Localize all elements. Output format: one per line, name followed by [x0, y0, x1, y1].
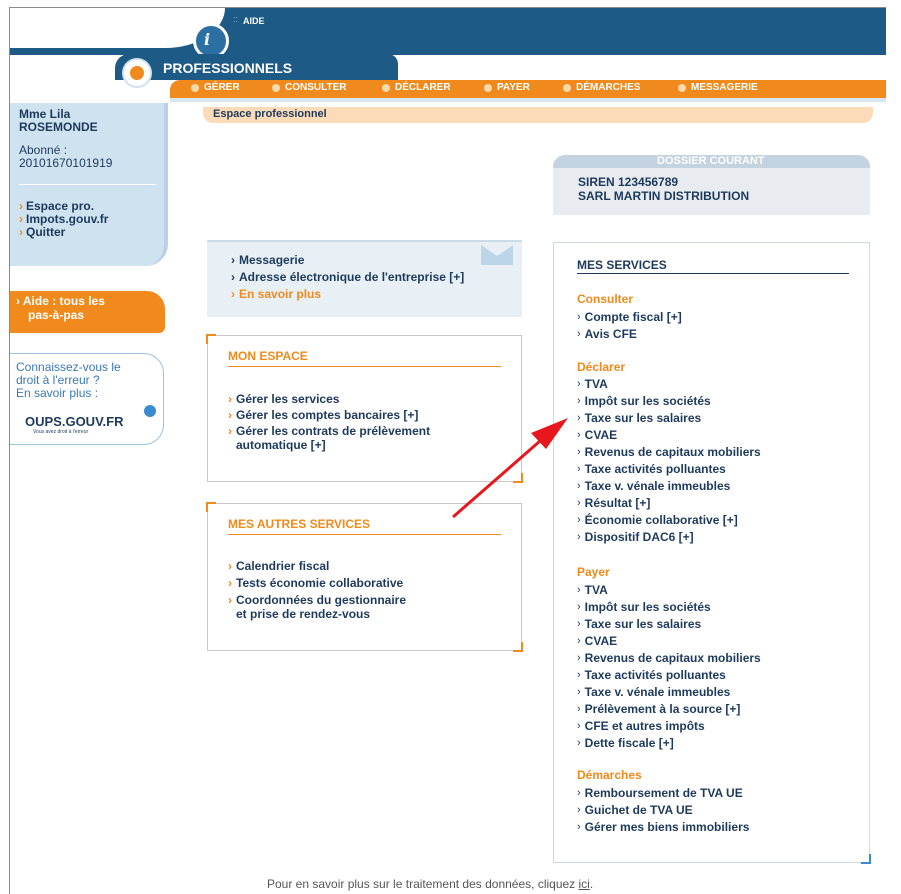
annotation-arrow-icon — [452, 418, 568, 519]
footer-text: Pour en savoir plus sur le traitement de… — [267, 877, 594, 891]
page-frame: impots.gouv.fr i :: AIDE PROFESSIONNELS … — [9, 7, 886, 894]
footer-link[interactable]: ici — [579, 877, 590, 891]
